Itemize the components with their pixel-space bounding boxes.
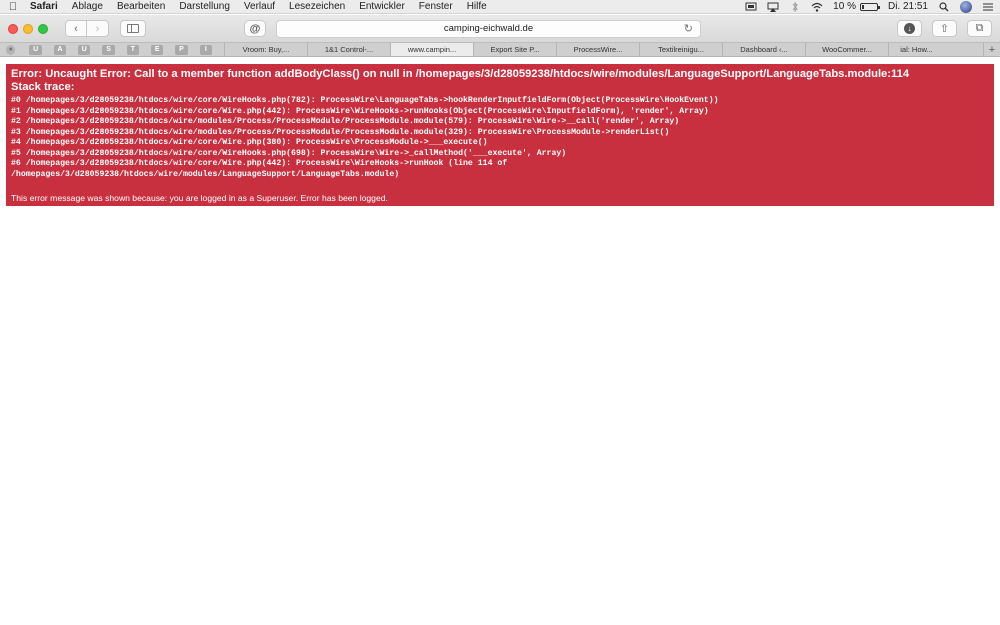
menu-bearbeiten[interactable]: Bearbeiten xyxy=(110,0,172,14)
trace-line: #5 /homepages/3/d28059238/htdocs/wire/co… xyxy=(11,148,567,158)
share-button[interactable]: ⇧ xyxy=(932,20,957,37)
trace-line: #2 /homepages/3/d28059238/htdocs/wire/mo… xyxy=(11,117,680,126)
pinned-tab[interactable]: U xyxy=(78,44,91,55)
tab-camping-active[interactable]: www.campin... xyxy=(390,43,473,56)
menu-extras: 10 % Di. 21:51 xyxy=(735,0,1000,14)
chevron-left-icon: ‹ xyxy=(74,22,78,35)
pinned-tab[interactable]: A xyxy=(53,44,67,55)
download-icon: ↓ xyxy=(904,23,915,34)
minimize-window-button[interactable] xyxy=(23,23,33,34)
tab-textilreinigung[interactable]: Textilreinigu... xyxy=(639,43,722,56)
pinned-tab-globe-icon[interactable]: ● xyxy=(6,44,16,55)
tab-vroom[interactable]: Vroom: Buy,... xyxy=(224,43,307,56)
stack-trace: #0 /homepages/3/d28059238/htdocs/wire/co… xyxy=(11,96,989,180)
close-window-button[interactable] xyxy=(8,23,18,34)
pinned-tab[interactable]: I xyxy=(199,44,212,55)
menu-verlauf[interactable]: Verlauf xyxy=(237,0,282,14)
menu-bar:  Safari Ablage Bearbeiten Darstellung V… xyxy=(0,0,1000,14)
back-button[interactable]: ‹ xyxy=(65,20,87,37)
apple-menu-icon[interactable]:  xyxy=(0,0,26,14)
forward-button[interactable]: › xyxy=(87,20,109,37)
battery-icon xyxy=(859,2,880,11)
menu-app-safari[interactable]: Safari xyxy=(26,0,65,14)
plus-icon: + xyxy=(988,43,996,56)
menu-darstellung[interactable]: Darstellung xyxy=(172,0,237,14)
battery-percent: 10 % xyxy=(833,0,856,12)
screen-mirror-icon[interactable] xyxy=(745,2,757,12)
url-text: camping-eichwald.de xyxy=(443,23,534,34)
spotlight-search-icon[interactable] xyxy=(938,1,950,12)
tab-export-site[interactable]: Export Site P... xyxy=(473,43,556,56)
clock[interactable]: Di. 21:51 xyxy=(888,0,928,14)
pinned-tab[interactable]: S xyxy=(102,44,115,55)
notification-center-icon[interactable] xyxy=(982,2,994,12)
fullscreen-window-button[interactable] xyxy=(38,23,48,34)
history-navigation: ‹ › xyxy=(65,20,109,37)
pinned-tabs: ● U A U S T E P I xyxy=(0,43,224,56)
pinned-tab[interactable]: E xyxy=(151,44,164,55)
wifi-icon[interactable] xyxy=(811,2,823,12)
extension-button[interactable]: @ xyxy=(244,20,266,37)
error-title: Error: Uncaught Error: Call to a member … xyxy=(11,68,910,80)
trace-line: #3 /homepages/3/d28059238/htdocs/wire/mo… xyxy=(11,127,670,137)
tab-woocommerce[interactable]: WooCommer... xyxy=(805,43,888,56)
toolbar-right-buttons: ↓ ⇧ ⧉ xyxy=(887,20,1000,37)
pinned-tab[interactable]: P xyxy=(175,44,188,55)
trace-line: /homepages/3/d28059238/htdocs/wire/modul… xyxy=(11,169,400,179)
trace-line: #0 /homepages/3/d28059238/htdocs/wire/co… xyxy=(11,96,719,105)
downloads-button[interactable]: ↓ xyxy=(897,20,922,37)
bluetooth-icon[interactable] xyxy=(789,1,801,12)
airplay-icon[interactable] xyxy=(767,2,779,12)
tab-processwire[interactable]: ProcessWire... xyxy=(556,43,639,56)
menu-entwickler[interactable]: Entwickler xyxy=(352,0,412,14)
browser-toolbar: ‹ › @ camping-eichwald.de ↻ ↓ ⇧ ⧉ xyxy=(0,15,1000,42)
menu-ablage[interactable]: Ablage xyxy=(65,0,110,14)
tab-bar: ● U A U S T E P I Vroom: Buy,... 1&1 Con… xyxy=(0,42,1000,57)
pinned-tab[interactable]: T xyxy=(126,44,140,55)
tab-dashboard[interactable]: Dashboard ‹... xyxy=(722,43,805,56)
stack-trace-heading: Stack trace: xyxy=(11,81,75,93)
chevron-right-icon: › xyxy=(95,22,100,35)
share-icon: ⇧ xyxy=(939,23,950,35)
battery-status[interactable]: 10 % xyxy=(833,0,880,14)
tab-overview-button[interactable]: ⧉ xyxy=(967,20,992,37)
trace-line: #4 /homepages/3/d28059238/htdocs/wire/co… xyxy=(11,138,488,147)
address-bar[interactable]: camping-eichwald.de ↻ xyxy=(276,19,701,38)
sidebar-toggle-button[interactable] xyxy=(120,20,146,37)
trace-line: #6 /homepages/3/d28059238/htdocs/wire/co… xyxy=(11,159,508,168)
error-note: This error message was shown because: yo… xyxy=(11,193,388,203)
tabs-icon: ⧉ xyxy=(975,22,984,34)
menu-hilfe[interactable]: Hilfe xyxy=(460,0,494,14)
siri-icon[interactable] xyxy=(960,0,972,13)
tab-tutorial[interactable]: ial: How... xyxy=(888,43,944,56)
trace-line: #1 /homepages/3/d28059238/htdocs/wire/co… xyxy=(11,106,709,116)
error-message-box: Error: Uncaught Error: Call to a member … xyxy=(6,64,994,206)
pinned-tab[interactable]: U xyxy=(29,44,42,55)
menu-fenster[interactable]: Fenster xyxy=(412,0,460,14)
tab-1und1-control[interactable]: 1&1 Control-... xyxy=(307,43,390,56)
window-controls xyxy=(0,23,53,34)
at-sign-icon: @ xyxy=(249,22,261,35)
menu-lesezeichen[interactable]: Lesezeichen xyxy=(282,0,352,14)
reload-icon[interactable]: ↻ xyxy=(684,22,693,35)
new-tab-button[interactable]: + xyxy=(983,43,1000,56)
sidebar-icon xyxy=(127,24,139,33)
